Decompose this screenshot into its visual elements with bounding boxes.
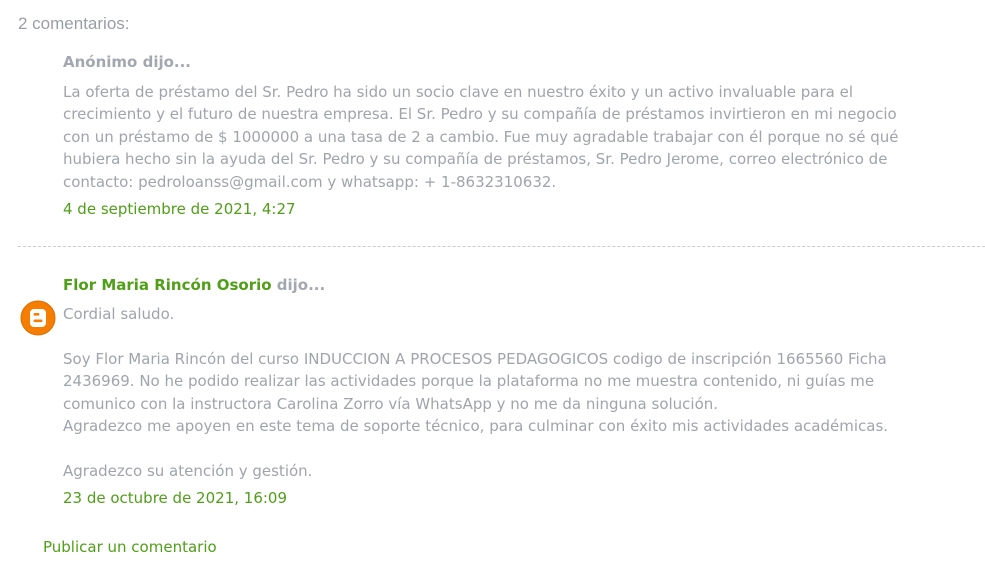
comment-says: dijo... <box>137 53 192 71</box>
comment-body: Cordial saludo. Soy Flor Maria Rincón de… <box>63 305 889 480</box>
comment-says: dijo... <box>271 276 326 294</box>
comments-section: 2 comentarios: Anónimo dijo... La oferta… <box>0 0 985 584</box>
comment-author-line: Flor Maria Rincón Osorio dijo... <box>63 275 963 295</box>
comment-body: La oferta de préstamo del Sr. Pedro ha s… <box>63 83 899 191</box>
comments-count-heading: 2 comentarios: <box>18 14 130 33</box>
comment-timestamp-link[interactable]: 23 de octubre de 2021, 16:09 <box>63 488 287 508</box>
comment-author: Anónimo <box>63 53 138 71</box>
comment-author-link[interactable]: Flor Maria Rincón Osorio <box>63 276 272 294</box>
comment-item: Flor Maria Rincón Osorio dijo... Cordial… <box>63 275 963 508</box>
comment-divider <box>18 246 985 247</box>
blogger-icon[interactable] <box>20 300 56 336</box>
comment-author-line: Anónimo dijo... <box>63 52 963 72</box>
comment-timestamp-link[interactable]: 4 de septiembre de 2021, 4:27 <box>63 199 296 219</box>
comment-item: Anónimo dijo... La oferta de préstamo de… <box>63 52 963 219</box>
post-comment-link[interactable]: Publicar un comentario <box>43 537 217 557</box>
